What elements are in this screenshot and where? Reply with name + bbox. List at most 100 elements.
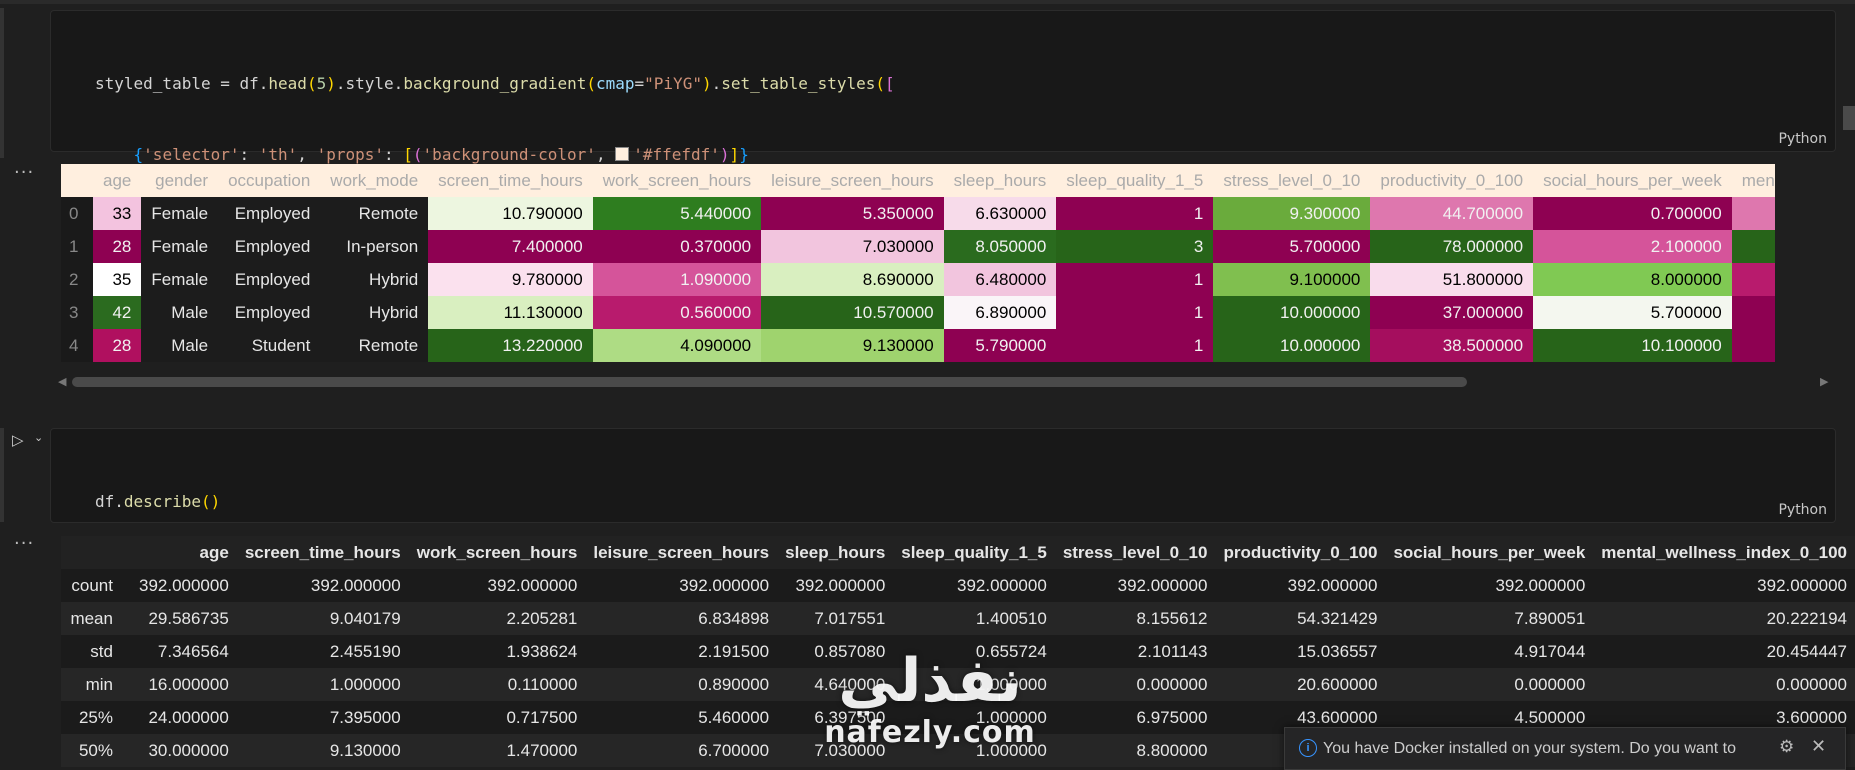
scroll-right-icon[interactable]: ▶ bbox=[1820, 375, 1828, 388]
table-cell: 24.000000 bbox=[120, 701, 237, 734]
code-cell-1[interactable]: styled_table = df.head(5).style.backgrou… bbox=[50, 10, 1836, 305]
table-cell: 2.100000 bbox=[1533, 230, 1732, 263]
gear-icon[interactable]: ⚙ bbox=[1779, 737, 1794, 757]
chevron-down-icon: ⌄ bbox=[34, 431, 44, 444]
color-swatch-icon[interactable] bbox=[615, 146, 630, 161]
table-cell bbox=[1731, 329, 1775, 362]
column-header: social_hours_per_week bbox=[1533, 164, 1732, 197]
table-cell: 20.222194 bbox=[1593, 602, 1855, 635]
row-index: 2 bbox=[61, 263, 93, 296]
table-cell: 11.130000 bbox=[428, 296, 593, 329]
table-cell: 5.700000 bbox=[1533, 296, 1732, 329]
cell-language-label[interactable]: Python bbox=[1778, 131, 1827, 147]
table-cell: 8.690000 bbox=[761, 263, 944, 296]
table-cell: 10.000000 bbox=[1213, 329, 1371, 362]
table-cell: 9.040179 bbox=[236, 602, 409, 635]
table-cell: 392.000000 bbox=[777, 569, 894, 602]
table-cell: 38.500000 bbox=[1370, 329, 1534, 362]
output-more-icon[interactable]: ··· bbox=[14, 162, 34, 183]
table-row: count 392.000000 392.000000 392.000000 392.0… bbox=[61, 569, 1855, 602]
vertical-scrollbar-thumb[interactable] bbox=[1843, 106, 1855, 130]
table-cell: 0.700000 bbox=[1533, 197, 1732, 230]
code-cell-2[interactable]: df.describe() Python bbox=[50, 428, 1836, 523]
table-cell: 5.350000 bbox=[761, 197, 944, 230]
table-cell: 42 bbox=[93, 296, 142, 329]
table-cell: 1.000000 bbox=[236, 668, 409, 701]
table-cell: 5.440000 bbox=[592, 197, 762, 230]
row-label: min bbox=[61, 668, 121, 701]
table-cell: 1.938624 bbox=[408, 635, 586, 668]
table-cell: 0.717500 bbox=[408, 701, 586, 734]
watermark-arabic: نفذلي bbox=[838, 646, 1022, 716]
table-cell: 51.800000 bbox=[1370, 263, 1534, 296]
horizontal-scrollbar-thumb[interactable] bbox=[72, 377, 1467, 387]
table-cell: Hybrid bbox=[320, 296, 429, 329]
row-index: 1 bbox=[61, 230, 93, 263]
column-header: sleep_hours bbox=[777, 536, 894, 569]
styled-table-header: age gender occupation work_mode screen_t… bbox=[61, 164, 1775, 197]
docker-notification-toast[interactable]: i You have Docker installed on your syst… bbox=[1284, 727, 1846, 770]
table-row: 0 33 Female Employed Remote 10.790000 5.440000… bbox=[61, 197, 1775, 230]
table-cell: Female bbox=[141, 263, 219, 296]
table-cell: 9.100000 bbox=[1213, 263, 1371, 296]
table-cell: 10.790000 bbox=[428, 197, 593, 230]
table-row: mean 29.586735 9.040179 2.205281 6.834898 7.0… bbox=[61, 602, 1855, 635]
table-cell: 0.000000 bbox=[1054, 668, 1216, 701]
table-cell: 7.346564 bbox=[120, 635, 237, 668]
table-cell: 20.600000 bbox=[1215, 668, 1386, 701]
table-row: 3 42 Male Employed Hybrid 11.130000 0.560000 10… bbox=[61, 296, 1775, 329]
row-label: 25% bbox=[61, 701, 121, 734]
table-row: 2 35 Female Employed Hybrid 9.780000 1.090000 8… bbox=[61, 263, 1775, 296]
column-header: work_mode bbox=[320, 164, 429, 197]
column-header: age bbox=[93, 164, 142, 197]
table-cell: 392.000000 bbox=[893, 569, 1055, 602]
column-header: productivity_0_100 bbox=[1370, 164, 1534, 197]
row-label: std bbox=[61, 635, 121, 668]
column-header: men bbox=[1731, 164, 1775, 197]
table-cell: 6.630000 bbox=[943, 197, 1057, 230]
row-index: 0 bbox=[61, 197, 93, 230]
row-index: 4 bbox=[61, 329, 93, 362]
column-header: work_screen_hours bbox=[592, 164, 762, 197]
table-cell: 0.000000 bbox=[1593, 668, 1855, 701]
row-label: mean bbox=[61, 602, 121, 635]
close-icon[interactable]: ✕ bbox=[1811, 736, 1826, 757]
table-cell: 37.000000 bbox=[1370, 296, 1534, 329]
table-cell: 6.700000 bbox=[585, 734, 778, 767]
table-cell: 10.000000 bbox=[1213, 296, 1371, 329]
column-header: stress_level_0_10 bbox=[1213, 164, 1371, 197]
table-cell: Female bbox=[141, 230, 219, 263]
table-cell: Remote bbox=[320, 329, 429, 362]
column-header: screen_time_hours bbox=[236, 536, 409, 569]
table-cell: 392.000000 bbox=[1385, 569, 1594, 602]
cell-rail bbox=[0, 8, 4, 158]
table-cell: 30.000000 bbox=[120, 734, 237, 767]
table-cell: 9.300000 bbox=[1213, 197, 1371, 230]
table-cell: 6.890000 bbox=[943, 296, 1057, 329]
row-label: count bbox=[61, 569, 121, 602]
table-cell: 5.460000 bbox=[585, 701, 778, 734]
output-more-icon[interactable]: ··· bbox=[14, 533, 34, 554]
table-cell: 2.191500 bbox=[585, 635, 778, 668]
code-line-1: styled_table = df.head(5).style.backgrou… bbox=[95, 74, 895, 93]
info-icon: i bbox=[1299, 739, 1317, 757]
scroll-left-icon[interactable]: ◀ bbox=[58, 375, 66, 388]
column-header: work_screen_hours bbox=[408, 536, 586, 569]
table-cell: 8.050000 bbox=[943, 230, 1057, 263]
table-cell: 1 bbox=[1056, 197, 1214, 230]
table-cell: Hybrid bbox=[320, 263, 429, 296]
table-cell: Student bbox=[218, 329, 321, 362]
run-cell-button[interactable]: ▷ ⌄ bbox=[12, 431, 52, 453]
table-cell: 4.090000 bbox=[592, 329, 762, 362]
table-cell: In-person bbox=[320, 230, 429, 263]
cell-language-label[interactable]: Python bbox=[1778, 502, 1827, 518]
table-cell: 7.030000 bbox=[761, 230, 944, 263]
table-cell: 2.205281 bbox=[408, 602, 586, 635]
notification-message: You have Docker installed on your system… bbox=[1323, 740, 1736, 757]
table-cell: 15.036557 bbox=[1215, 635, 1386, 668]
table-cell: 7.395000 bbox=[236, 701, 409, 734]
table-cell: 28 bbox=[93, 230, 142, 263]
table-cell: 4.917044 bbox=[1385, 635, 1594, 668]
table-cell: Remote bbox=[320, 197, 429, 230]
table-cell: 392.000000 bbox=[236, 569, 409, 602]
